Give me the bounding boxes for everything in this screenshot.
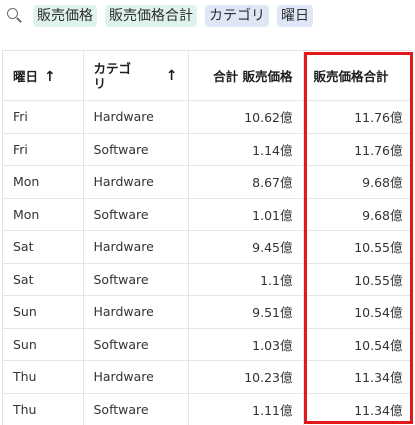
cell-sum-price: 8.67億 <box>188 165 304 199</box>
column-header-day-label: 曜日 <box>13 69 39 84</box>
cell-sum-price: 1.1億 <box>188 263 304 296</box>
cell-category: Hardware <box>83 295 189 329</box>
cell-category: Software <box>83 263 189 296</box>
pivot-table: 曜日 ↑ カテゴリ ↑ 合計 販売価格 販売価格合計 Fri Hardware 10.… <box>2 50 412 425</box>
cell-day: Fri <box>3 133 84 166</box>
cell-total-price: 11.76億 <box>303 100 412 134</box>
cell-category: Software <box>83 393 189 425</box>
cell-category: Hardware <box>83 165 189 199</box>
filter-chip-category[interactable]: カテゴリ <box>205 5 269 27</box>
filter-bar: 販売価格 販売価格合計 カテゴリ 曜日 <box>0 0 415 36</box>
table-header-row: 曜日 ↑ カテゴリ ↑ 合計 販売価格 販売価格合計 <box>3 50 412 101</box>
table-row[interactable]: Sat Hardware 9.45億 10.55億 <box>3 230 412 264</box>
column-header-category[interactable]: カテゴリ ↑ <box>83 50 189 101</box>
filter-chip-price[interactable]: 販売価格 <box>33 5 97 27</box>
cell-total-price: 9.68億 <box>303 198 412 231</box>
cell-sum-price: 1.11億 <box>188 393 304 425</box>
cell-day: Sat <box>3 230 84 264</box>
cell-sum-price: 10.23億 <box>188 360 304 394</box>
column-header-total-price[interactable]: 販売価格合計 <box>303 50 412 101</box>
cell-total-price: 11.34億 <box>303 360 412 394</box>
cell-category: Software <box>83 198 189 231</box>
cell-total-price: 10.54億 <box>303 328 412 361</box>
cell-sum-price: 9.51億 <box>188 295 304 329</box>
cell-day: Sun <box>3 328 84 361</box>
table-row[interactable]: Mon Hardware 8.67億 9.68億 <box>3 165 412 199</box>
cell-sum-price: 1.14億 <box>188 133 304 166</box>
cell-day: Fri <box>3 100 84 134</box>
cell-day: Thu <box>3 393 84 425</box>
cell-sum-price: 9.45億 <box>188 230 304 264</box>
table-row[interactable]: Fri Hardware 10.62億 11.76億 <box>3 100 412 134</box>
cell-total-price: 9.68億 <box>303 165 412 199</box>
table-row[interactable]: Sat Software 1.1億 10.55億 <box>3 263 412 296</box>
cell-sum-price: 10.62億 <box>188 100 304 134</box>
column-header-day[interactable]: 曜日 ↑ <box>3 50 84 101</box>
filter-chip-day[interactable]: 曜日 <box>277 5 313 27</box>
table-row[interactable]: Mon Software 1.01億 9.68億 <box>3 198 412 231</box>
filter-chip-total-price[interactable]: 販売価格合計 <box>105 5 197 27</box>
cell-day: Sat <box>3 263 84 296</box>
column-header-category-label: カテゴリ <box>93 60 132 91</box>
table-row[interactable]: Thu Software 1.11億 11.34億 <box>3 393 412 425</box>
cell-sum-price: 1.03億 <box>188 328 304 361</box>
cell-day: Thu <box>3 360 84 394</box>
search-icon[interactable] <box>7 8 23 24</box>
cell-total-price: 11.76億 <box>303 133 412 166</box>
cell-category: Software <box>83 328 189 361</box>
table-row[interactable]: Thu Hardware 10.23億 11.34億 <box>3 360 412 394</box>
table-row[interactable]: Fri Software 1.14億 11.76億 <box>3 133 412 166</box>
cell-category: Hardware <box>83 100 189 134</box>
table-row[interactable]: Sun Hardware 9.51億 10.54億 <box>3 295 412 329</box>
sort-ascending-icon[interactable]: ↑ <box>44 69 56 85</box>
cell-total-price: 11.34億 <box>303 393 412 425</box>
cell-category: Hardware <box>83 230 189 264</box>
cell-category: Hardware <box>83 360 189 394</box>
sort-ascending-icon[interactable]: ↑ <box>166 68 178 84</box>
cell-total-price: 10.54億 <box>303 295 412 329</box>
cell-total-price: 10.55億 <box>303 263 412 296</box>
cell-day: Sun <box>3 295 84 329</box>
column-header-sum-price[interactable]: 合計 販売価格 <box>188 50 304 101</box>
cell-day: Mon <box>3 198 84 231</box>
cell-category: Software <box>83 133 189 166</box>
table-row[interactable]: Sun Software 1.03億 10.54億 <box>3 328 412 361</box>
cell-total-price: 10.55億 <box>303 230 412 264</box>
cell-day: Mon <box>3 165 84 199</box>
cell-sum-price: 1.01億 <box>188 198 304 231</box>
